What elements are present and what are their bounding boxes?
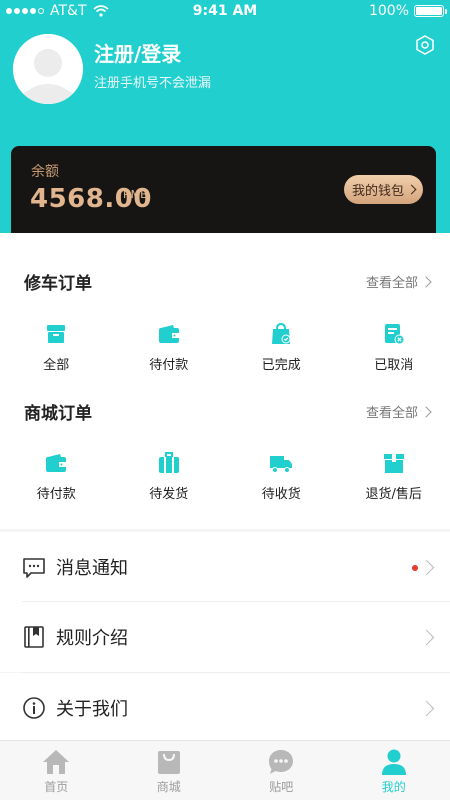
- repair-order-unpaid-label: 待付款: [149, 358, 189, 373]
- repair-order-unpaid[interactable]: 待付款: [113, 322, 226, 373]
- my-wallet-button[interactable]: 我的钱包: [344, 175, 423, 204]
- settings-icon[interactable]: [414, 34, 436, 56]
- battery-percent: 100%: [368, 3, 409, 19]
- box-icon: [47, 325, 66, 343]
- return-box-icon: [383, 454, 404, 473]
- default-avatar-icon: [13, 34, 83, 104]
- bottom-tab-bar: 首页 商城 贴吧 我的: [0, 740, 450, 800]
- balance-unit: RMB: [123, 188, 148, 201]
- mall-order-returns-label: 退货/售后: [365, 487, 422, 502]
- tab-label: 贴吧: [269, 780, 294, 794]
- chevron-right-icon: [418, 700, 435, 717]
- tab-label: 商城: [156, 780, 181, 794]
- repair-order-all-label: 全部: [43, 358, 70, 373]
- wallet-card[interactable]: 余额 4568.00 RMB 我的钱包: [11, 146, 436, 236]
- unread-dot: [412, 565, 418, 571]
- my-wallet-label: 我的钱包: [351, 184, 404, 199]
- menu-item-label: 关于我们: [56, 699, 128, 720]
- avatar[interactable]: [13, 34, 83, 104]
- mall-orders-grid: 待付款 待发货 待收货 退货/售后: [0, 451, 450, 502]
- luggage-icon: [158, 452, 179, 473]
- mall-orders-title: 商城订单: [24, 404, 92, 424]
- user-icon: [381, 749, 406, 775]
- mall-order-to-receive-label: 待收货: [261, 487, 301, 502]
- wallet-icon: [46, 454, 67, 472]
- message-icon: [23, 558, 45, 578]
- book-icon: [24, 626, 44, 648]
- repair-order-completed[interactable]: 已完成: [225, 322, 338, 373]
- repair-view-all-label: 查看全部: [365, 276, 418, 291]
- shopping-bag-icon: [157, 751, 180, 774]
- login-title[interactable]: 注册/登录: [94, 38, 181, 67]
- menu-item-label: 规则介绍: [56, 628, 128, 649]
- mall-order-to-ship-label: 待发货: [149, 487, 189, 502]
- chat-icon: [269, 750, 294, 774]
- mall-order-to-ship[interactable]: 待发货: [113, 451, 226, 502]
- repair-order-cancelled[interactable]: 已取消: [338, 322, 450, 373]
- menu-item-about[interactable]: 关于我们: [0, 673, 450, 743]
- repair-order-completed-label: 已完成: [261, 358, 301, 373]
- chevron-right-icon: [420, 275, 432, 288]
- balance-label: 余额: [31, 164, 59, 180]
- menu-item-label: 消息通知: [56, 558, 128, 579]
- repair-orders-title: 修车订单: [24, 274, 92, 294]
- login-subtitle: 注册手机号不会泄漏: [94, 76, 212, 91]
- mall-order-unpaid-label: 待付款: [36, 487, 76, 502]
- tab-home[interactable]: 首页: [0, 741, 113, 800]
- orders-panel: 修车订单 查看全部 全部 待付款 已完成 已取消 商城订单 查看全部 待付款 待…: [0, 233, 450, 529]
- status-bar: AT&T 9:41 AM 100%: [0, 0, 450, 22]
- repair-order-cancelled-label: 已取消: [374, 358, 414, 373]
- home-icon: [43, 750, 70, 774]
- truck-icon: [270, 456, 293, 473]
- info-icon: [23, 697, 45, 719]
- chevron-right-icon: [420, 405, 432, 418]
- menu-item-rules[interactable]: 规则介绍: [0, 602, 450, 672]
- mall-order-to-receive[interactable]: 待收货: [225, 451, 338, 502]
- doc-cancel-icon: [384, 324, 405, 345]
- repair-orders-grid: 全部 待付款 已完成 已取消: [0, 322, 450, 373]
- tab-forum[interactable]: 贴吧: [225, 741, 338, 800]
- repair-view-all[interactable]: 查看全部: [365, 272, 432, 291]
- chevron-right-icon: [406, 184, 417, 195]
- mall-view-all-label: 查看全部: [365, 406, 418, 421]
- tab-mine[interactable]: 我的: [338, 741, 450, 800]
- menu-item-notifications[interactable]: 消息通知: [0, 532, 450, 602]
- tab-mall[interactable]: 商城: [113, 741, 226, 800]
- tab-label: 我的: [381, 780, 406, 794]
- tab-label: 首页: [44, 780, 69, 794]
- mall-view-all[interactable]: 查看全部: [365, 402, 432, 421]
- mall-order-unpaid[interactable]: 待付款: [0, 451, 113, 502]
- chevron-right-icon: [418, 559, 435, 576]
- mall-order-returns[interactable]: 退货/售后: [338, 451, 450, 502]
- battery-icon: [414, 5, 447, 17]
- chevron-right-icon: [418, 629, 435, 646]
- repair-order-all[interactable]: 全部: [0, 322, 113, 373]
- bag-check-icon: [272, 322, 291, 344]
- wallet-icon: [158, 325, 179, 343]
